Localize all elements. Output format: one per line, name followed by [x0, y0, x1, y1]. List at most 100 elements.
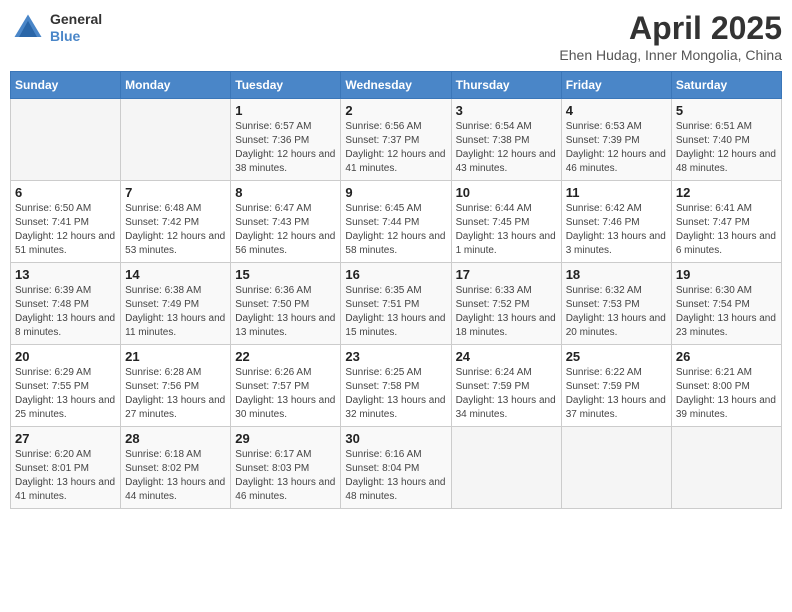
day-info: Sunrise: 6:20 AMSunset: 8:01 PMDaylight:…	[15, 448, 116, 504]
calendar-day-cell: 7 Sunrise: 6:48 AMSunset: 7:42 PMDaylight…	[121, 181, 231, 263]
calendar-day-cell: 5 Sunrise: 6:51 AMSunset: 7:40 PMDaylight…	[671, 99, 781, 181]
weekday-header-cell: Monday	[121, 72, 231, 99]
day-number: 5	[676, 103, 777, 118]
day-info: Sunrise: 6:16 AMSunset: 8:04 PMDaylight:…	[345, 448, 446, 504]
calendar-day-cell: 27 Sunrise: 6:20 AMSunset: 8:01 PMDayligh…	[11, 427, 121, 509]
day-info: Sunrise: 6:38 AMSunset: 7:49 PMDaylight:…	[125, 284, 226, 340]
day-info: Sunrise: 6:39 AMSunset: 7:48 PMDaylight:…	[15, 284, 116, 340]
day-number: 8	[235, 185, 336, 200]
day-info: Sunrise: 6:45 AMSunset: 7:44 PMDaylight:…	[345, 202, 446, 258]
day-number: 21	[125, 349, 226, 364]
day-number: 29	[235, 431, 336, 446]
calendar-day-cell: 26Sunrise: 6:21 AMSunset: 8:00 PMDayligh…	[671, 345, 781, 427]
calendar-day-cell	[11, 99, 121, 181]
day-number: 17	[456, 267, 557, 282]
day-number: 26	[676, 349, 777, 364]
calendar-day-cell: 28 Sunrise: 6:18 AMSunset: 8:02 PMDayligh…	[121, 427, 231, 509]
day-info: Sunrise: 6:28 AMSunset: 7:56 PMDaylight:…	[125, 366, 226, 422]
calendar-day-cell	[561, 427, 671, 509]
calendar-day-cell: 9Sunrise: 6:45 AMSunset: 7:44 PMDaylight…	[341, 181, 451, 263]
calendar-day-cell: 3Sunrise: 6:54 AMSunset: 7:38 PMDaylight…	[451, 99, 561, 181]
calendar-day-cell: 11 Sunrise: 6:42 AMSunset: 7:46 PMDayligh…	[561, 181, 671, 263]
calendar-day-cell: 30 Sunrise: 6:16 AMSunset: 8:04 PMDayligh…	[341, 427, 451, 509]
page-header: General Blue April 2025 Ehen Hudag, Inne…	[10, 10, 782, 63]
day-info: Sunrise: 6:25 AMSunset: 7:58 PMDaylight:…	[345, 366, 446, 422]
day-number: 13	[15, 267, 116, 282]
calendar-week-row: 1 Sunrise: 6:57 AMSunset: 7:36 PMDaylight…	[11, 99, 782, 181]
calendar-day-cell: 17Sunrise: 6:33 AMSunset: 7:52 PMDayligh…	[451, 263, 561, 345]
calendar-day-cell: 23Sunrise: 6:25 AMSunset: 7:58 PMDayligh…	[341, 345, 451, 427]
calendar-day-cell: 10Sunrise: 6:44 AMSunset: 7:45 PMDayligh…	[451, 181, 561, 263]
calendar-day-cell: 1 Sunrise: 6:57 AMSunset: 7:36 PMDaylight…	[231, 99, 341, 181]
day-info: Sunrise: 6:53 AMSunset: 7:39 PMDaylight:…	[566, 120, 667, 176]
weekday-header-cell: Friday	[561, 72, 671, 99]
logo-icon	[10, 10, 46, 46]
weekday-header-cell: Thursday	[451, 72, 561, 99]
weekday-header-cell: Wednesday	[341, 72, 451, 99]
weekday-header-row: SundayMondayTuesdayWednesdayThursdayFrid…	[11, 72, 782, 99]
month-title: April 2025	[559, 10, 782, 47]
day-number: 27	[15, 431, 116, 446]
weekday-header-cell: Tuesday	[231, 72, 341, 99]
day-number: 6	[15, 185, 116, 200]
day-info: Sunrise: 6:51 AMSunset: 7:40 PMDaylight:…	[676, 120, 777, 176]
day-number: 30	[345, 431, 446, 446]
day-info: Sunrise: 6:47 AMSunset: 7:43 PMDaylight:…	[235, 202, 336, 258]
day-info: Sunrise: 6:54 AMSunset: 7:38 PMDaylight:…	[456, 120, 557, 176]
day-number: 22	[235, 349, 336, 364]
day-number: 16	[345, 267, 446, 282]
day-number: 25	[566, 349, 667, 364]
weekday-header-cell: Sunday	[11, 72, 121, 99]
day-number: 19	[676, 267, 777, 282]
day-number: 28	[125, 431, 226, 446]
weekday-header-cell: Saturday	[671, 72, 781, 99]
day-info: Sunrise: 6:57 AMSunset: 7:36 PMDaylight:…	[235, 120, 336, 176]
day-info: Sunrise: 6:44 AMSunset: 7:45 PMDaylight:…	[456, 202, 557, 258]
day-info: Sunrise: 6:41 AMSunset: 7:47 PMDaylight:…	[676, 202, 777, 258]
calendar-day-cell: 29 Sunrise: 6:17 AMSunset: 8:03 PMDayligh…	[231, 427, 341, 509]
calendar-week-row: 6 Sunrise: 6:50 AMSunset: 7:41 PMDaylight…	[11, 181, 782, 263]
title-block: April 2025 Ehen Hudag, Inner Mongolia, C…	[559, 10, 782, 63]
calendar-day-cell: 14Sunrise: 6:38 AMSunset: 7:49 PMDayligh…	[121, 263, 231, 345]
day-number: 1	[235, 103, 336, 118]
calendar-day-cell: 6 Sunrise: 6:50 AMSunset: 7:41 PMDaylight…	[11, 181, 121, 263]
logo-line2: Blue	[50, 28, 102, 45]
calendar-day-cell: 2Sunrise: 6:56 AMSunset: 7:37 PMDaylight…	[341, 99, 451, 181]
calendar-day-cell	[451, 427, 561, 509]
calendar-day-cell: 18Sunrise: 6:32 AMSunset: 7:53 PMDayligh…	[561, 263, 671, 345]
calendar-day-cell: 21 Sunrise: 6:28 AMSunset: 7:56 PMDayligh…	[121, 345, 231, 427]
day-info: Sunrise: 6:42 AMSunset: 7:46 PMDaylight:…	[566, 202, 667, 258]
day-info: Sunrise: 6:35 AMSunset: 7:51 PMDaylight:…	[345, 284, 446, 340]
calendar-day-cell	[121, 99, 231, 181]
calendar-day-cell: 25Sunrise: 6:22 AMSunset: 7:59 PMDayligh…	[561, 345, 671, 427]
day-info: Sunrise: 6:36 AMSunset: 7:50 PMDaylight:…	[235, 284, 336, 340]
calendar-day-cell: 19Sunrise: 6:30 AMSunset: 7:54 PMDayligh…	[671, 263, 781, 345]
calendar-day-cell: 16 Sunrise: 6:35 AMSunset: 7:51 PMDayligh…	[341, 263, 451, 345]
day-info: Sunrise: 6:29 AMSunset: 7:55 PMDaylight:…	[15, 366, 116, 422]
logo-line1: General	[50, 11, 102, 28]
calendar-day-cell	[671, 427, 781, 509]
calendar-week-row: 27 Sunrise: 6:20 AMSunset: 8:01 PMDayligh…	[11, 427, 782, 509]
day-info: Sunrise: 6:50 AMSunset: 7:41 PMDaylight:…	[15, 202, 116, 258]
day-info: Sunrise: 6:48 AMSunset: 7:42 PMDaylight:…	[125, 202, 226, 258]
calendar-week-row: 20 Sunrise: 6:29 AMSunset: 7:55 PMDayligh…	[11, 345, 782, 427]
day-info: Sunrise: 6:56 AMSunset: 7:37 PMDaylight:…	[345, 120, 446, 176]
calendar-day-cell: 8 Sunrise: 6:47 AMSunset: 7:43 PMDaylight…	[231, 181, 341, 263]
calendar-day-cell: 24 Sunrise: 6:24 AMSunset: 7:59 PMDayligh…	[451, 345, 561, 427]
day-number: 20	[15, 349, 116, 364]
day-info: Sunrise: 6:17 AMSunset: 8:03 PMDaylight:…	[235, 448, 336, 504]
day-number: 18	[566, 267, 667, 282]
calendar-day-cell: 13 Sunrise: 6:39 AMSunset: 7:48 PMDayligh…	[11, 263, 121, 345]
day-number: 4	[566, 103, 667, 118]
day-number: 15	[235, 267, 336, 282]
day-info: Sunrise: 6:26 AMSunset: 7:57 PMDaylight:…	[235, 366, 336, 422]
calendar-day-cell: 15 Sunrise: 6:36 AMSunset: 7:50 PMDayligh…	[231, 263, 341, 345]
day-number: 24	[456, 349, 557, 364]
day-info: Sunrise: 6:18 AMSunset: 8:02 PMDaylight:…	[125, 448, 226, 504]
calendar-day-cell: 12Sunrise: 6:41 AMSunset: 7:47 PMDayligh…	[671, 181, 781, 263]
day-number: 11	[566, 185, 667, 200]
day-number: 7	[125, 185, 226, 200]
logo: General Blue	[10, 10, 102, 46]
calendar-day-cell: 4 Sunrise: 6:53 AMSunset: 7:39 PMDaylight…	[561, 99, 671, 181]
day-info: Sunrise: 6:24 AMSunset: 7:59 PMDaylight:…	[456, 366, 557, 422]
